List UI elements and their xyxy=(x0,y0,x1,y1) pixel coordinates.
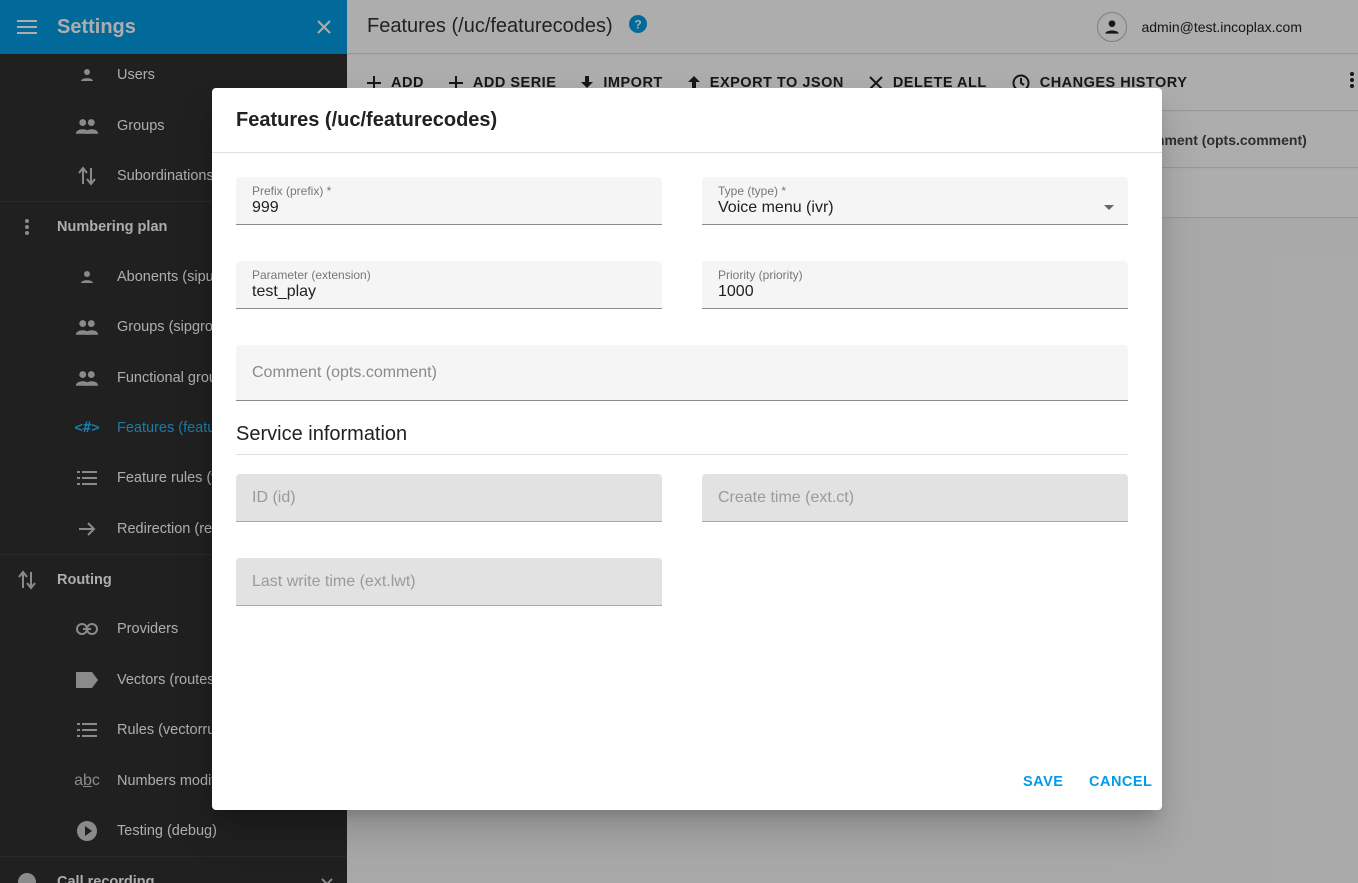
divider xyxy=(236,454,1128,455)
feature-dialog: Features (/uc/featurecodes) Prefix (pref… xyxy=(212,88,1162,810)
prefix-field[interactable]: Prefix (prefix) * 999 xyxy=(236,177,662,225)
priority-label: Priority (priority) xyxy=(718,268,803,282)
parameter-label: Parameter (extension) xyxy=(252,268,371,282)
parameter-field[interactable]: Parameter (extension) test_play xyxy=(236,261,662,309)
save-button[interactable]: SAVE xyxy=(1023,774,1063,790)
last-write-time-placeholder: Last write time (ext.lwt) xyxy=(252,573,416,590)
prefix-label: Prefix (prefix) * xyxy=(252,184,332,198)
parameter-value: test_play xyxy=(252,283,317,300)
priority-value: 1000 xyxy=(718,283,754,300)
comment-placeholder: Comment (opts.comment) xyxy=(252,364,437,381)
comment-field[interactable]: Comment (opts.comment) xyxy=(236,345,1128,401)
create-time-placeholder: Create time (ext.ct) xyxy=(718,489,855,506)
type-label: Type (type) * xyxy=(718,184,787,198)
id-placeholder: ID (id) xyxy=(252,489,296,506)
type-value: Voice menu (ivr) xyxy=(718,199,834,216)
priority-field[interactable]: Priority (priority) 1000 xyxy=(702,261,1128,309)
id-field: ID (id) xyxy=(236,474,662,522)
prefix-value: 999 xyxy=(252,199,279,216)
last-write-time-field: Last write time (ext.lwt) xyxy=(236,558,662,606)
type-select[interactable]: Type (type) * Voice menu (ivr) xyxy=(702,177,1128,225)
dropdown-arrow-icon xyxy=(1104,197,1114,215)
dialog-title: Features (/uc/featurecodes) xyxy=(212,88,1162,153)
service-information-heading: Service information xyxy=(236,423,408,445)
cancel-button[interactable]: CANCEL xyxy=(1089,774,1152,790)
create-time-field: Create time (ext.ct) xyxy=(702,474,1128,522)
